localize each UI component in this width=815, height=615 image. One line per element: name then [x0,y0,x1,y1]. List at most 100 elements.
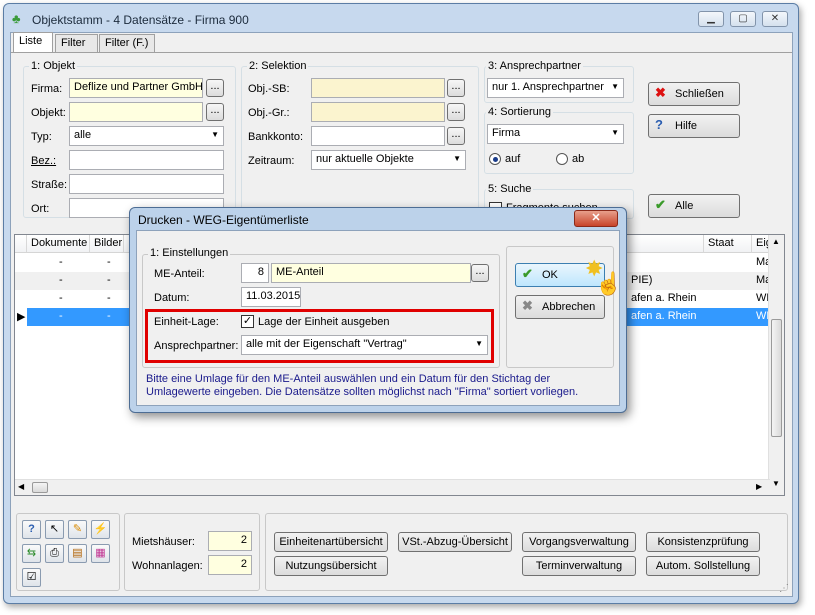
cell-ort: afen a. Rhein [631,292,697,304]
objekt-field[interactable] [69,102,203,122]
cell-bilder: - [107,274,111,286]
ansprechpartner-dialog-value: alle mit der Eigenschaft "Vertrag" [246,338,407,350]
datum-field[interactable]: 11.03.2015 [241,287,301,307]
cell-ort: afen a. Rhein [631,310,697,322]
me-anteil-field[interactable]: ME-Anteil [271,263,471,283]
abbrechen-button[interactable]: ✖ Abbrechen [515,295,605,319]
chevron-down-icon: ▼ [475,339,483,348]
nutzungsuebersicht-button[interactable]: Nutzungsübersicht [274,556,388,576]
vertical-scrollbar[interactable]: ▲ ▼ [768,235,784,495]
me-anteil-number[interactable]: 8 [241,263,269,283]
scroll-right-icon[interactable]: ▶ [756,482,762,491]
auf-radio[interactable] [489,153,501,165]
firma-browse-button[interactable]: ... [206,79,224,97]
scroll-left-icon[interactable]: ◀ [18,482,24,491]
auf-label: auf [505,153,521,165]
resize-grip-icon[interactable]: ⋰ [779,583,789,594]
tab-filter[interactable]: Filter [55,34,98,52]
typ-select[interactable]: alle ▼ [69,126,224,146]
dialog-client: 1: Einstellungen ME-Anteil: 8 ME-Anteil … [136,230,623,406]
mouse-cursor-icon: ☝ [595,271,623,296]
scroll-down-icon[interactable]: ▼ [772,479,780,488]
sortierung-legend: 4: Sortierung [486,106,553,118]
refresh-icon[interactable]: ⇆ [22,544,41,563]
chevron-down-icon: ▼ [453,154,461,163]
cell-ort [627,254,635,272]
checkmark-icon: ✔ [655,197,666,212]
bankkonto-field[interactable] [311,126,445,146]
ansprechpartner-legend: 3: Ansprechpartner [486,60,583,72]
horizontal-scrollbar[interactable]: ◀ ▶ [15,479,770,495]
cancel-icon: ✖ [522,298,533,313]
column-header-staat[interactable]: Staat [704,235,752,253]
vorgangsverwaltung-button[interactable]: Vorgangsverwaltung [522,532,636,552]
ansprechpartner-select[interactable]: nur 1. Ansprechpartner ▼ [487,78,624,98]
bankkonto-browse-button[interactable]: ... [447,127,465,145]
objsb-field[interactable] [311,78,445,98]
ab-label: ab [572,153,585,165]
me-anteil-label: ME-Anteil: [154,268,205,280]
bez-field[interactable] [69,150,224,170]
zeitraum-label: Zeitraum: [248,155,295,167]
dialog-title: Drucken - WEG-Eigentümerliste [138,213,309,227]
schliessen-button[interactable]: ✖ Schließen [648,82,740,106]
export-icon[interactable]: ▤ [68,544,87,563]
strasse-field[interactable] [69,174,224,194]
lightning-icon[interactable]: ⚡ [91,520,110,539]
column-header-bilder[interactable]: Bilder [90,235,124,253]
print-dialog: Drucken - WEG-Eigentümerliste ✕ 1: Einst… [129,207,627,413]
alle-button[interactable]: ✔ Alle [648,194,740,218]
hscroll-thumb[interactable] [32,482,48,493]
me-anteil-browse-button[interactable]: ... [471,264,489,282]
selektion-legend: 2: Selektion [247,60,309,72]
ansprechpartner-dialog-label: Ansprechpartner: [154,340,239,352]
bankkonto-label: Bankkonto: [248,131,304,143]
autom-sollstellung-button[interactable]: Autom. Sollstellung [646,556,760,576]
objsb-browse-button[interactable]: ... [447,79,465,97]
scroll-thumb[interactable] [771,319,782,437]
dialog-close-button[interactable]: ✕ [574,210,618,227]
objgr-label: Obj.-Gr.: [248,107,290,119]
typ-label: Typ: [31,131,52,143]
cursor-icon[interactable]: ↖ [45,520,64,539]
konsistenzpruefung-button[interactable]: Konsistenzprüfung [646,532,760,552]
column-header-dokumente[interactable]: Dokumente [27,235,90,253]
hilfe-button[interactable]: ? Hilfe [648,114,740,138]
zeitraum-value: nur aktuelle Objekte [316,153,414,165]
sortierung-select[interactable]: Firma ▼ [487,124,624,144]
help-icon[interactable]: ? [22,520,41,539]
ab-radio[interactable] [556,153,568,165]
terminverwaltung-button[interactable]: Terminverwaltung [522,556,636,576]
ansprechpartner-dialog-select[interactable]: alle mit der Eigenschaft "Vertrag" ▼ [241,335,488,355]
einheitenart-button[interactable]: Einheitenartübersicht [274,532,388,552]
objgr-field[interactable] [311,102,445,122]
objekt-browse-button[interactable]: ... [206,103,224,121]
miethaeuser-label: Mietshäuser: [132,536,195,548]
checkmark-icon: ✔ [522,266,533,281]
vst-abzug-button[interactable]: VSt.-Abzug-Übersicht [398,532,512,552]
ort-label: Ort: [31,203,50,215]
checkbox-icon[interactable]: ☑ [22,568,41,587]
minimize-button[interactable]: ▁ [698,11,724,27]
cell-dokumente: - [59,256,63,268]
maximize-button[interactable]: ▢ [730,11,756,27]
lage-checkbox[interactable]: ✓ [241,315,254,328]
tab-liste[interactable]: Liste [13,32,53,52]
objsb-label: Obj.-SB: [248,83,290,95]
zeitraum-select[interactable]: nur aktuelle Objekte ▼ [311,150,466,170]
objgr-browse-button[interactable]: ... [447,103,465,121]
summary-group [124,513,260,591]
close-button[interactable]: ✕ [762,11,788,27]
datum-label: Datum: [154,292,190,304]
wohnanlagen-label: Wohnanlagen: [132,560,203,572]
scroll-up-icon[interactable]: ▲ [772,237,780,246]
bez-label: Bez.: [31,155,57,167]
row-pointer-icon: ▶ [15,308,27,326]
tab-filter-f[interactable]: Filter (F.) [99,34,155,52]
firma-field[interactable]: Deflize und Partner GmbHI [69,78,203,98]
color-grid-icon[interactable]: ▦ [91,544,110,563]
sortierung-value: Firma [492,127,521,139]
pencil-icon[interactable]: ✎ [68,520,87,539]
printer-icon[interactable]: ⎙ [45,544,64,563]
function-buttons-group [265,513,788,591]
